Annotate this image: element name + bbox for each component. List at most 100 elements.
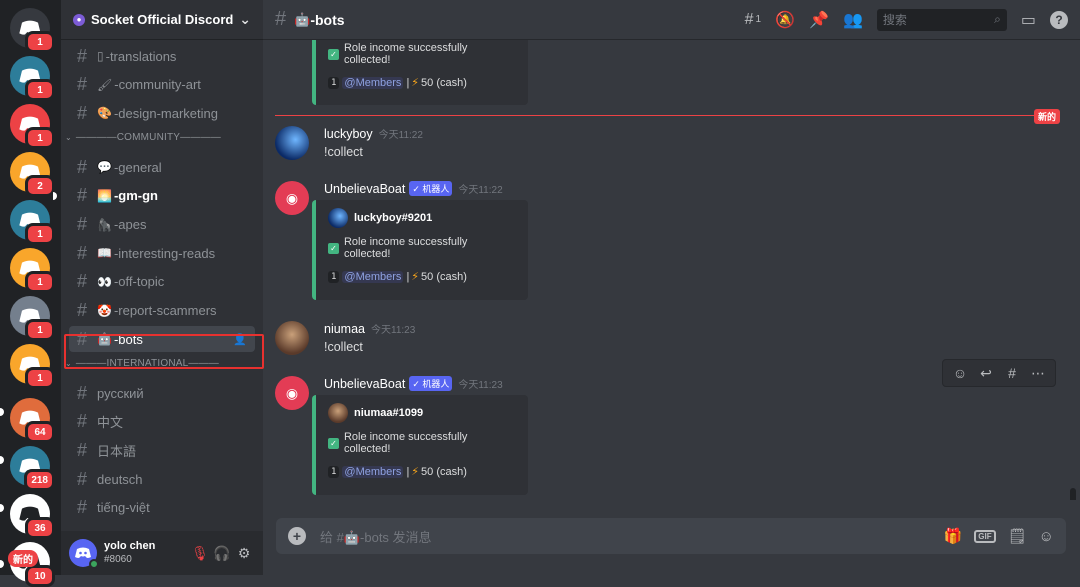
avatar[interactable]: [275, 126, 309, 160]
server-tree-2-icon[interactable]: 1: [10, 200, 55, 245]
server-discord-red-icon[interactable]: 1: [10, 104, 55, 149]
hash-icon: #: [77, 439, 88, 460]
message-text: !collect: [324, 145, 363, 159]
search-icon: ⌕: [994, 12, 1001, 26]
channel-label: -design-marketing: [113, 105, 218, 121]
channel-item[interactable]: # ▯ -translations: [69, 43, 255, 69]
channel-item[interactable]: # 日本語: [69, 437, 255, 463]
avatar[interactable]: ◉: [275, 181, 309, 215]
channel-category[interactable]: ⌄ ————COMMUNITY————: [65, 132, 221, 143]
unread-badge: 1: [25, 31, 55, 53]
role-mention[interactable]: @Members: [342, 76, 404, 89]
direct-messages-icon[interactable]: 1: [10, 8, 55, 53]
channel-emoji: 📖: [97, 246, 112, 261]
guild-icon: ●: [73, 13, 85, 26]
channel-label: -apes: [113, 217, 147, 232]
server-rail: 1 1 1 2 1 1 1 1 64 218 36 10 新的: [0, 0, 61, 587]
help-icon[interactable]: ?: [1050, 10, 1068, 29]
avatar[interactable]: [69, 539, 99, 569]
settings-gear-icon[interactable]: ⚙: [233, 542, 255, 564]
server-discord-orange-2-icon[interactable]: 1: [10, 248, 55, 293]
create-thread-icon[interactable]: #: [999, 365, 1025, 381]
headphones-icon[interactable]: 🎧: [211, 542, 233, 564]
reply-icon[interactable]: ↩: [973, 365, 999, 382]
server-socket-icon[interactable]: 36: [10, 494, 55, 539]
more-options-icon[interactable]: ⋯: [1025, 365, 1051, 382]
channel-item[interactable]: # 🎨 -design-marketing: [69, 100, 255, 126]
scrollbar-thumb[interactable]: [1070, 488, 1076, 500]
check-icon: ✓: [328, 242, 339, 254]
pin-icon[interactable]: 📌: [809, 10, 829, 30]
channel-item[interactable]: # 中文: [69, 409, 255, 435]
role-mention[interactable]: @Members: [342, 465, 404, 478]
channel-sidebar: ● Socket Official Discord ⌄ # ▯ -translati…: [53, 0, 263, 575]
hash-icon: #: [77, 411, 88, 432]
channel-label: -general: [113, 159, 162, 175]
message-author[interactable]: UnbelievaBoat: [324, 377, 405, 391]
channel-item[interactable]: # 👀 -off-topic: [69, 269, 255, 295]
guild-header[interactable]: ● Socket Official Discord ⌄: [61, 0, 263, 40]
add-attachment-icon[interactable]: +: [288, 527, 306, 545]
inbox-icon[interactable]: ▭: [1021, 10, 1036, 30]
channel-category[interactable]: ⌄ ———INTERNATIONAL———: [65, 358, 219, 369]
channel-label: -bots: [113, 331, 143, 347]
message-text: !collect: [324, 340, 363, 354]
unread-badge: 1: [25, 319, 55, 341]
hash-icon: #: [77, 74, 88, 95]
avatar[interactable]: ◉: [275, 376, 309, 410]
member-list-icon[interactable]: 👥: [843, 10, 863, 30]
channel-item[interactable]: # 📖 -interesting-reads: [69, 240, 255, 266]
server-discord-gray-icon[interactable]: 1: [10, 296, 55, 341]
sticker-icon[interactable]: 🗒: [1008, 527, 1027, 545]
search-input[interactable]: 搜索 ⌕: [876, 8, 1007, 31]
gif-picker-icon[interactable]: GIF: [974, 529, 996, 543]
message-author[interactable]: luckyboy: [324, 127, 373, 141]
timestamp: 今天11:23: [458, 380, 503, 391]
check-icon: ✓: [328, 437, 339, 449]
timestamp: 今天11:22: [458, 185, 503, 196]
channel-label: -report-scammers: [113, 303, 217, 319]
hash-icon: #: [275, 8, 287, 30]
channel-item[interactable]: # 💬 -general: [69, 154, 255, 180]
message-author[interactable]: UnbelievaBoat: [324, 182, 405, 196]
unread-pip: [0, 456, 4, 464]
bot-tag: ✓ 机器人: [409, 376, 453, 391]
channel-emoji: 💬: [97, 160, 112, 175]
hash-icon: #: [77, 300, 88, 321]
mute-mic-icon[interactable]: 🎙: [189, 542, 211, 564]
channel-item[interactable]: # 🖌 -community-art: [69, 72, 255, 98]
channel-item[interactable]: # 🦍 -apes: [69, 212, 255, 238]
channel-label: -interesting-reads: [113, 245, 216, 261]
server-colorful-icon[interactable]: 64: [10, 398, 55, 443]
unread-badge: 1: [25, 271, 55, 293]
channel-item[interactable]: # русский: [69, 380, 255, 406]
channel-item[interactable]: # 🤖 -bots 👤: [69, 326, 255, 353]
channel-label: -off-topic: [113, 274, 165, 290]
gift-icon[interactable]: 🎁: [944, 527, 963, 545]
server-tree-3-icon[interactable]: 218: [10, 446, 55, 491]
server-discord-orange-1-icon[interactable]: 2: [10, 152, 55, 197]
server-discord-orange-3-icon[interactable]: 1: [10, 344, 55, 389]
hash-icon: #: [77, 271, 88, 292]
message-hover-toolbar: ☺ ↩ # ⋯: [942, 359, 1056, 387]
channel-item[interactable]: # 🤡 -report-scammers: [69, 298, 255, 324]
username: yolo chen: [104, 540, 156, 553]
server-tree-1-icon[interactable]: 1: [10, 56, 55, 101]
channel-item[interactable]: # deutsch: [69, 466, 255, 492]
emoji-picker-icon[interactable]: ☺: [1039, 528, 1054, 545]
notification-bell-muted-icon[interactable]: 🔕: [775, 10, 795, 30]
channel-item[interactable]: # tiếng-việt: [69, 495, 255, 521]
message-input[interactable]: 给 #🤖-bots 发消息: [320, 527, 932, 546]
channel-emoji: ▯: [97, 49, 104, 63]
invite-member-icon[interactable]: 👤: [233, 333, 247, 346]
chevron-down-icon: ⌄: [65, 133, 72, 143]
chevron-down-icon: ⌄: [239, 11, 251, 27]
message-author[interactable]: niumaa: [324, 322, 365, 336]
hash-icon: #: [77, 185, 88, 206]
channel-item[interactable]: # 🌅 -gm-gn: [69, 183, 255, 209]
avatar[interactable]: [275, 321, 309, 355]
channel-emoji: 🌅: [97, 188, 112, 203]
threads-icon[interactable]: # 1: [745, 11, 761, 29]
role-mention[interactable]: @Members: [342, 270, 404, 283]
add-reaction-icon[interactable]: ☺: [947, 365, 973, 381]
